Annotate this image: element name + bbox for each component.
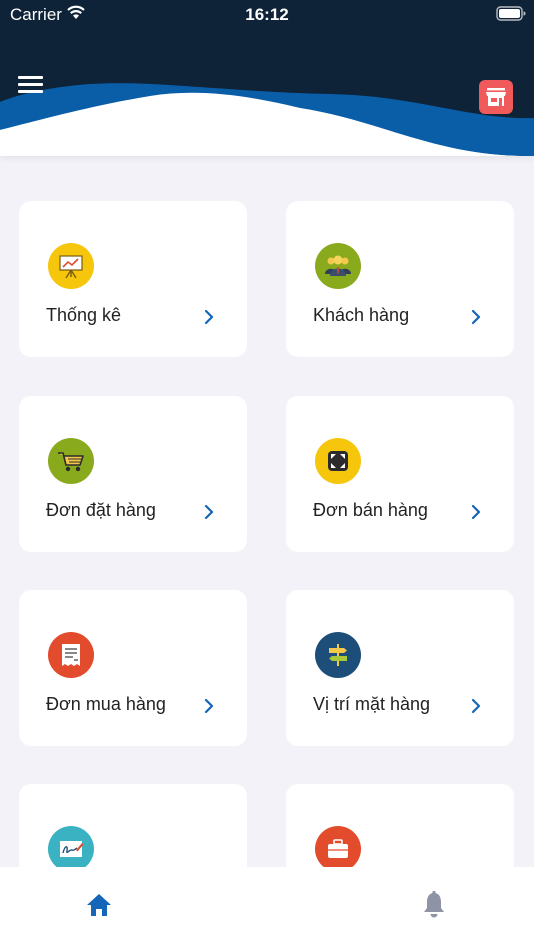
clock-label: 16:12: [245, 5, 289, 24]
expand-arrows-icon: [315, 438, 361, 484]
menu-card-briefcase[interactable]: [286, 784, 514, 867]
chart-presentation-icon: [48, 243, 94, 289]
hamburger-menu-button[interactable]: [18, 76, 44, 94]
chevron-right-icon: [204, 309, 214, 325]
shopping-cart-icon: [48, 438, 94, 484]
chevron-right-icon: [471, 309, 481, 325]
chevron-right-icon: [471, 698, 481, 714]
menu-card-label: Đơn bán hàng: [313, 500, 428, 520]
status-bar: Carrier 16:12: [0, 0, 534, 30]
battery-icon: [496, 6, 526, 27]
menu-card-signature[interactable]: [19, 784, 247, 867]
menu-card-label: Thống kê: [46, 305, 122, 325]
hamburger-line: [18, 90, 43, 93]
tab-home[interactable]: [83, 889, 115, 921]
receipt-icon: [48, 632, 94, 678]
hamburger-menu-icon: [18, 76, 43, 79]
menu-card-vi-tri-mat-hang[interactable]: Vị trí mặt hàng: [286, 590, 514, 746]
store-icon: [486, 88, 506, 106]
menu-card-don-dat-hang[interactable]: Đơn đặt hàng: [19, 396, 247, 552]
chevron-right-icon: [204, 698, 214, 714]
chevron-right-icon: [471, 504, 481, 520]
menu-card-don-mua-hang[interactable]: Đơn mua hàng: [19, 590, 247, 746]
customers-icon: [315, 243, 361, 289]
menu-card-label: Khách hàng: [313, 305, 410, 325]
home-icon: [87, 894, 111, 916]
store-button[interactable]: [479, 80, 513, 114]
briefcase-icon: [315, 826, 361, 867]
menu-grid: Thống kê Khách hàng Đơn đặt hàng Đơn bán…: [0, 156, 534, 867]
menu-card-khach-hang[interactable]: Khách hàng: [286, 201, 514, 357]
hamburger-line: [18, 83, 43, 86]
menu-card-label: Đơn đặt hàng: [46, 500, 156, 520]
menu-card-label: Đơn mua hàng: [46, 694, 166, 714]
chevron-right-icon: [204, 504, 214, 520]
tab-notifications[interactable]: [418, 889, 450, 921]
signpost-icon: [315, 632, 361, 678]
bell-icon: [424, 890, 444, 918]
menu-card-don-ban-hang[interactable]: Đơn bán hàng: [286, 396, 514, 552]
signature-icon: [48, 826, 94, 867]
menu-card-label: Vị trí mặt hàng: [313, 694, 431, 714]
bottom-tab-bar: [0, 867, 534, 950]
menu-card-thong-ke[interactable]: Thống kê: [19, 201, 247, 357]
